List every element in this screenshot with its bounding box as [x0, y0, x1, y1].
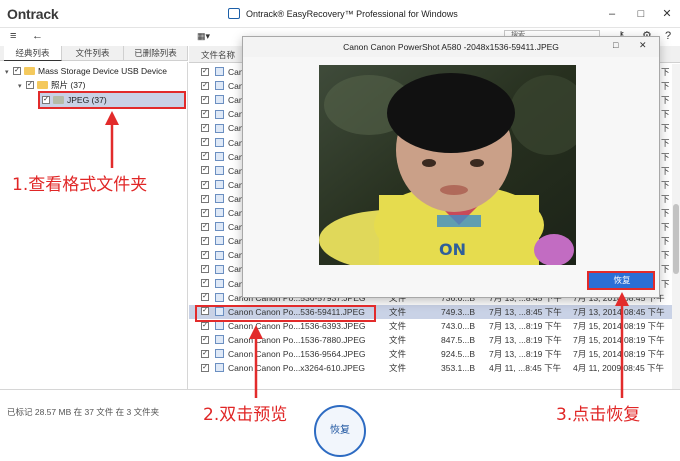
arrow-head-step2 — [249, 325, 263, 339]
callout-step2: 2.双击预览 — [203, 405, 288, 425]
annotation-arrows — [105, 111, 629, 398]
arrow-head-step3 — [615, 292, 629, 306]
callout-step3: 3.点击恢复 — [556, 405, 641, 425]
arrow-head-step1 — [105, 111, 119, 125]
callout-step1: 1.查看格式文件夹 — [12, 175, 148, 195]
